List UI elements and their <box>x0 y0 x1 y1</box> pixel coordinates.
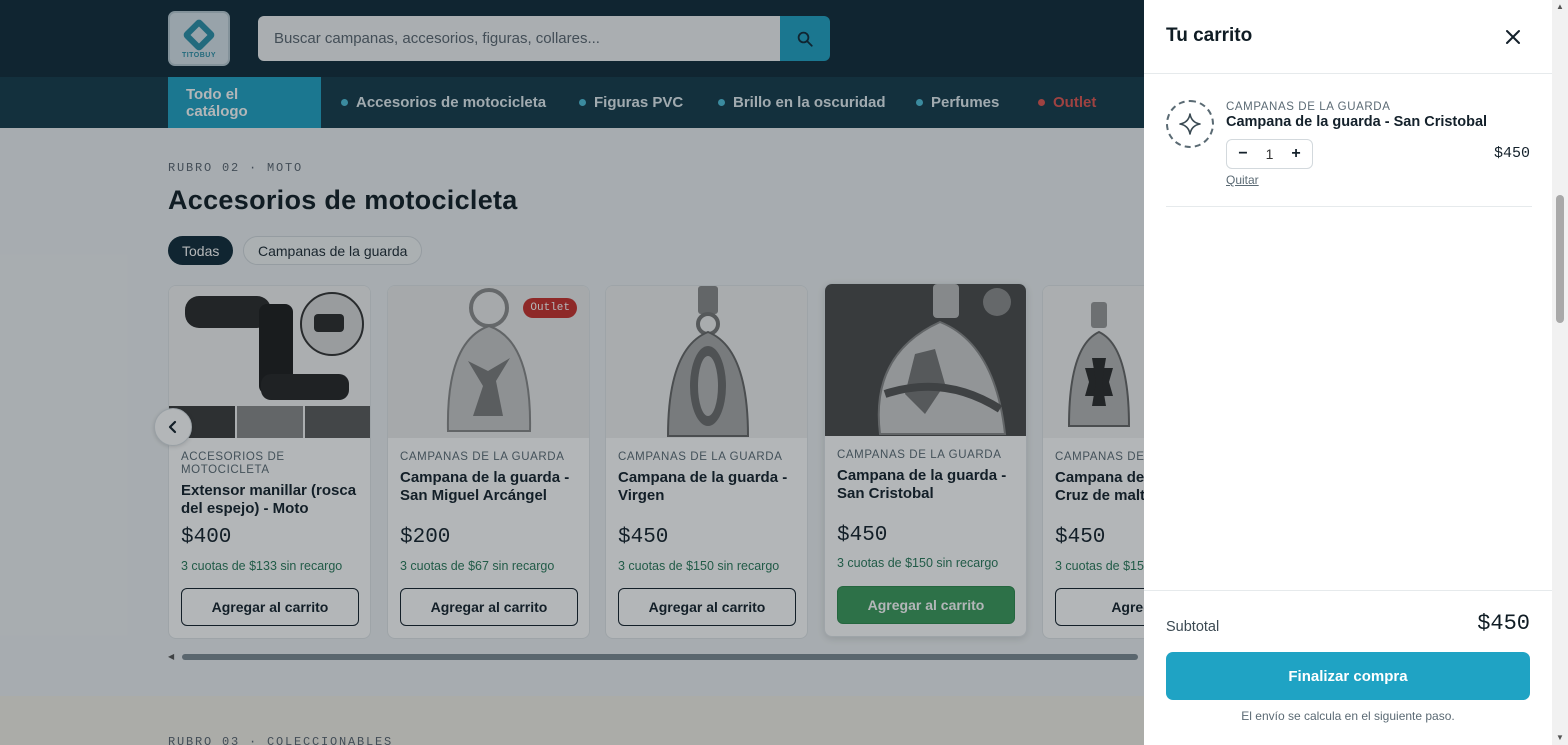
quantity-decrease-button[interactable]: − <box>1235 145 1251 163</box>
page-scrollbar-thumb[interactable] <box>1556 195 1564 323</box>
cart-close-button[interactable] <box>1502 26 1524 48</box>
scroll-up-arrow-icon[interactable]: ▲ <box>1556 2 1564 11</box>
quantity-stepper: − 1 + <box>1226 139 1313 169</box>
scroll-down-arrow-icon[interactable]: ▼ <box>1556 733 1564 742</box>
checkout-button[interactable]: Finalizar compra <box>1166 652 1530 700</box>
cart-footer-divider <box>1144 590 1552 591</box>
subtotal-value: $450 <box>1477 611 1530 636</box>
cart-item-name: Campana de la guarda - San Cristobal <box>1226 114 1488 130</box>
close-icon <box>1506 30 1520 44</box>
subtotal-label: Subtotal <box>1166 619 1220 635</box>
page-scrollbar[interactable]: ▲ ▼ <box>1552 0 1568 745</box>
quantity-value: 1 <box>1265 146 1274 162</box>
cart-item-category: CAMPANAS DE LA GUARDA <box>1226 101 1391 113</box>
sparkle-icon <box>1179 113 1201 135</box>
cart-item-remove-link[interactable]: Quitar <box>1226 173 1259 187</box>
cart-header-divider <box>1144 73 1552 74</box>
cart-item-thumbnail <box>1166 100 1214 148</box>
cart-item-price: $450 <box>1493 145 1530 162</box>
cart-drawer: Tu carrito CAMPANAS DE LA GUARDA Campana… <box>1144 0 1552 745</box>
quantity-increase-button[interactable]: + <box>1288 145 1304 163</box>
cart-title: Tu carrito <box>1166 25 1253 46</box>
cart-overlay-backdrop[interactable] <box>0 0 1144 745</box>
cart-item-divider <box>1166 206 1532 207</box>
shipping-note: El envío se calcula en el siguiente paso… <box>1241 709 1455 723</box>
